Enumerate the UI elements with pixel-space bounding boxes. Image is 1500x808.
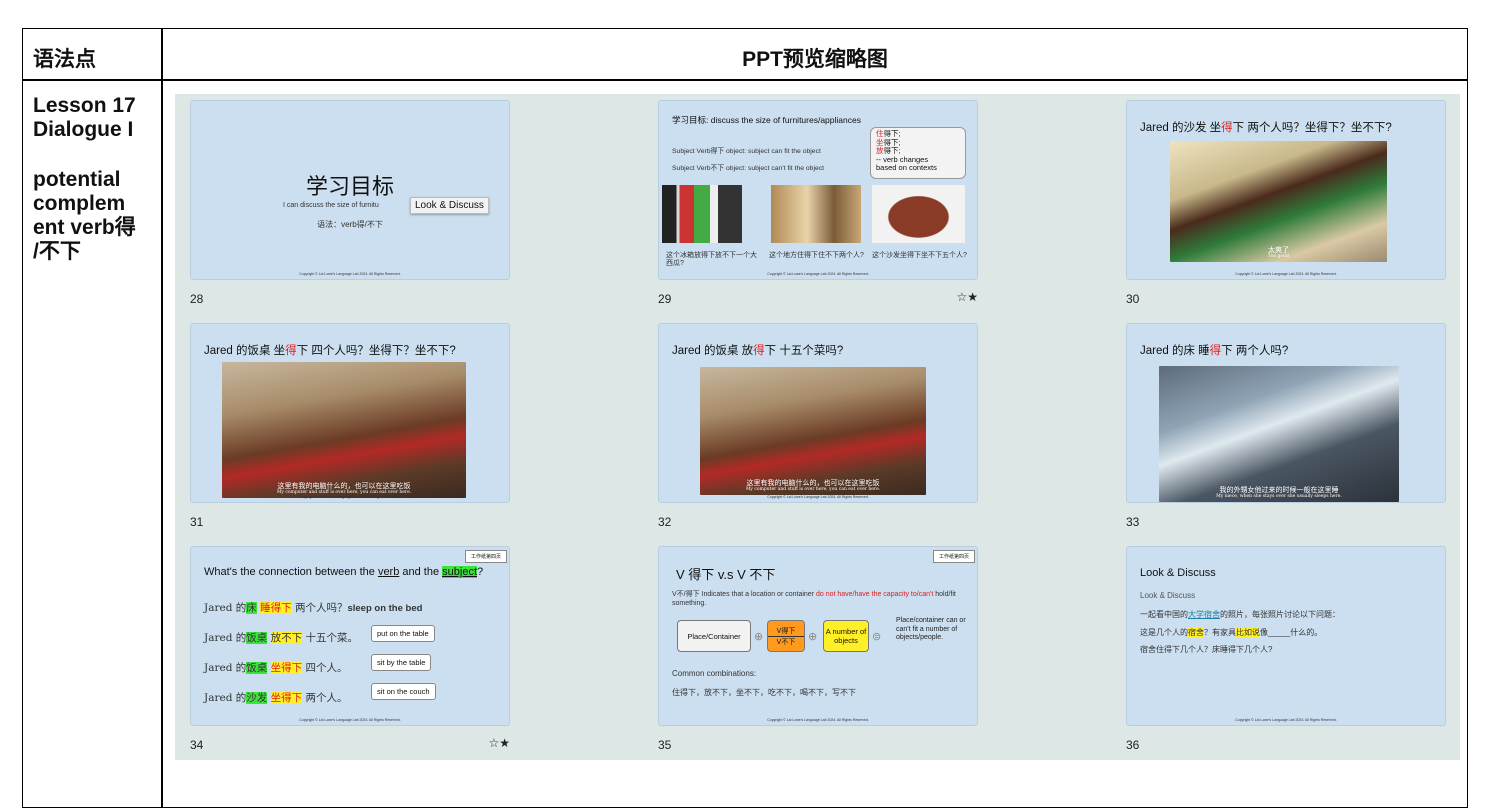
answer-chip[interactable]: sit on the couch — [371, 683, 436, 700]
slide-number: 28 — [190, 292, 204, 306]
copyright-text: Copyright © Lai Lowe's Language Lab 2024… — [767, 272, 869, 276]
copyright-text: Copyright © Lai Lowe's Language Lab 2024… — [299, 272, 401, 276]
discussion-line: 这是几个人的宿舍？有家具比如说像_____什么的。 — [1140, 628, 1323, 637]
worksheet-tag: 工作纸第四页 — [932, 550, 975, 563]
pattern-row: Subject Verb不下 object: subject can't fit… — [672, 165, 825, 172]
star-icon[interactable]: ☆★ — [956, 290, 978, 304]
answer-chip[interactable]: put on the table — [371, 625, 435, 642]
slide-title: Look & Discuss — [1140, 567, 1216, 579]
couch-photo: 太爽了 Too good — [1170, 141, 1387, 262]
slide-title: Jared 的沙发 坐得下 两个人吗？坐得下？坐不下? — [1140, 122, 1392, 134]
slide-34[interactable]: 工作纸第四页 What's the connection between the… — [190, 546, 510, 726]
discussion-line: 一起看中国的大学宿舍的照片，每张照片讨论以下问题： — [1140, 610, 1340, 619]
slide-title: 学习目标: discuss the size of furnitures/app… — [672, 115, 861, 125]
copyright-text: Copyright © Lai Lowe's Language Lab 2024… — [299, 495, 401, 499]
sofa-photo — [872, 185, 965, 243]
slide-number: 29 — [658, 292, 672, 306]
slide-question: What's the connection between the verb a… — [204, 566, 484, 578]
slide-number: 33 — [1126, 515, 1140, 529]
place-container-box: Place/Container — [677, 620, 751, 652]
header-divider — [23, 79, 1467, 81]
common-label: Common combinations: — [672, 669, 757, 678]
slide-36[interactable]: Look & Discuss Look & Discuss 一起看中国的大学宿舍… — [1126, 546, 1446, 726]
slide-subtitle: Look & Discuss — [1140, 591, 1196, 600]
lesson-line: Lesson 17 — [33, 94, 136, 117]
photo-caption: 这里有我的电脑什么的，也可以在这里吃饭 My computer and stuff… — [745, 479, 881, 492]
slide-30[interactable]: Jared 的沙发 坐得下 两个人吗？坐得下？坐不下? 太爽了 Too good … — [1126, 100, 1446, 280]
topic-line: complem — [33, 192, 126, 215]
verb-box: V得下 V不下 — [767, 620, 805, 652]
star-icon[interactable]: ☆★ — [488, 736, 510, 750]
slide-grammar-line: 语法：verb得/不下 — [317, 220, 383, 229]
slide-title: Jared 的饭桌 放得下 十五个菜吗? — [672, 345, 844, 357]
copyright-text: Copyright © Lai Lowe's Language Lab 2024… — [1235, 718, 1337, 722]
slide-number: 32 — [658, 515, 672, 529]
copyright-text: Copyright © Lai Lowe's Language Lab 2024… — [767, 718, 869, 722]
slide-title: Jared 的饭桌 坐得下 四个人吗？坐得下？坐不下? — [204, 345, 456, 357]
look-discuss-tooltip: Look & Discuss — [410, 197, 489, 214]
copyright-text: Copyright © Lai Lowe's Language Lab 2024… — [767, 495, 869, 499]
slide-29[interactable]: 学习目标: discuss the size of furnitures/app… — [658, 100, 978, 280]
dorm-photo — [771, 185, 861, 243]
pattern-row: Subject Verb得下 object: subject can fit t… — [672, 148, 821, 155]
photo-caption: 我的外甥女他过来的时候一般在这里睡 My niece, when she stay… — [1216, 486, 1342, 499]
grammar-point-header: 语法点 — [33, 48, 96, 71]
photo-caption: 这个地方住得下住不下两个人? — [769, 252, 864, 259]
example-row: Jared 的床 睡得下 两个人吗？sleep on the bed — [204, 602, 423, 614]
slide-title: V 得下 v.s V 不下 — [676, 567, 776, 582]
slide-title: Jared 的床 睡得下 两个人吗? — [1140, 345, 1289, 357]
equals-icon: ⊜ — [872, 631, 882, 643]
topic-line: potential — [33, 168, 121, 191]
bedroom-photo: 我的外甥女他过来的时候一般在这里睡 My niece, when she stay… — [1159, 366, 1399, 502]
answer-chip[interactable]: sit by the table — [371, 654, 432, 671]
objects-box: A number of objects — [823, 620, 869, 652]
slide-preview-grid[interactable]: 学习目标 I can discuss the size of furnitu 语… — [175, 94, 1460, 760]
common-combinations: 住得下，放不下，坐不下，吃不下，喝不下，写不下 — [672, 688, 856, 697]
plus-icon: ⊕ — [808, 631, 818, 643]
result-text: Place/container can or can't fit a numbe… — [896, 617, 966, 641]
slide-28[interactable]: 学习目标 I can discuss the size of furnitu 语… — [190, 100, 510, 280]
slide-35[interactable]: 工作纸第四页 V 得下 v.s V 不下 V不/得下 Indicates tha… — [658, 546, 978, 726]
lesson-line: Dialogue I — [33, 118, 134, 141]
slide-number: 35 — [658, 738, 672, 752]
topic-line: ent verb得 — [33, 216, 136, 239]
fridge-photo — [662, 185, 742, 243]
example-row: Jared 的饭桌 放不下 十五个菜。 — [204, 632, 358, 644]
column-divider — [161, 29, 163, 807]
slide-number: 31 — [190, 515, 204, 529]
dining-table-photo: 这里有我的电脑什么的，也可以在这里吃饭 My computer and stuff… — [222, 362, 466, 498]
copyright-text: Copyright © Lai Lowe's Language Lab 2024… — [1235, 272, 1337, 276]
photo-caption: 这个冰箱放得下放不下一个大西瓜? — [666, 252, 757, 267]
slide-31[interactable]: Jared 的饭桌 坐得下 四个人吗？坐得下？坐不下? 这里有我的电脑什么的，也… — [190, 323, 510, 503]
slide-number: 34 — [190, 738, 204, 752]
verb-bubble: 住得下; 坐得下; 放得下; -- verb changes based on … — [870, 127, 966, 179]
slide-description: V不/得下 Indicates that a location or conta… — [672, 591, 956, 607]
photo-caption: 这里有我的电脑什么的，也可以在这里吃饭 My computer and stuff… — [276, 482, 412, 495]
example-row: Jared 的饭桌 坐得下 四个人。 — [204, 662, 348, 674]
slide-33[interactable]: Jared 的床 睡得下 两个人吗? 我的外甥女他过来的时候一般在这里睡 My n… — [1126, 323, 1446, 503]
ppt-preview-header: PPT预览缩略图 — [742, 48, 888, 71]
photo-caption: 这个沙发坐得下坐不下五个人? — [872, 252, 967, 259]
dining-table-photo: 这里有我的电脑什么的，也可以在这里吃饭 My computer and stuff… — [700, 367, 926, 495]
discussion-line: 宿舍住得下几个人？床睡得下几个人? — [1140, 645, 1273, 654]
topic-line: /不下 — [33, 240, 81, 263]
slide-number: 30 — [1126, 292, 1140, 306]
copyright-text: Copyright © Lai Lowe's Language Lab 2024… — [299, 718, 401, 722]
plus-icon: ⊕ — [754, 631, 764, 643]
example-row: Jared 的沙发 坐得下 两个人。 — [204, 692, 348, 704]
worksheet-tag: 工作纸第四页 — [464, 550, 507, 563]
slide-subtitle: I can discuss the size of furnitu — [283, 202, 379, 209]
slide-32[interactable]: Jared 的饭桌 放得下 十五个菜吗? 这里有我的电脑什么的，也可以在这里吃饭… — [658, 323, 978, 503]
grammar-point-cell: Lesson 17 Dialogue I potential complem e… — [33, 94, 157, 264]
slide-number: 36 — [1126, 738, 1140, 752]
photo-caption: 太爽了 Too good — [1268, 246, 1289, 259]
